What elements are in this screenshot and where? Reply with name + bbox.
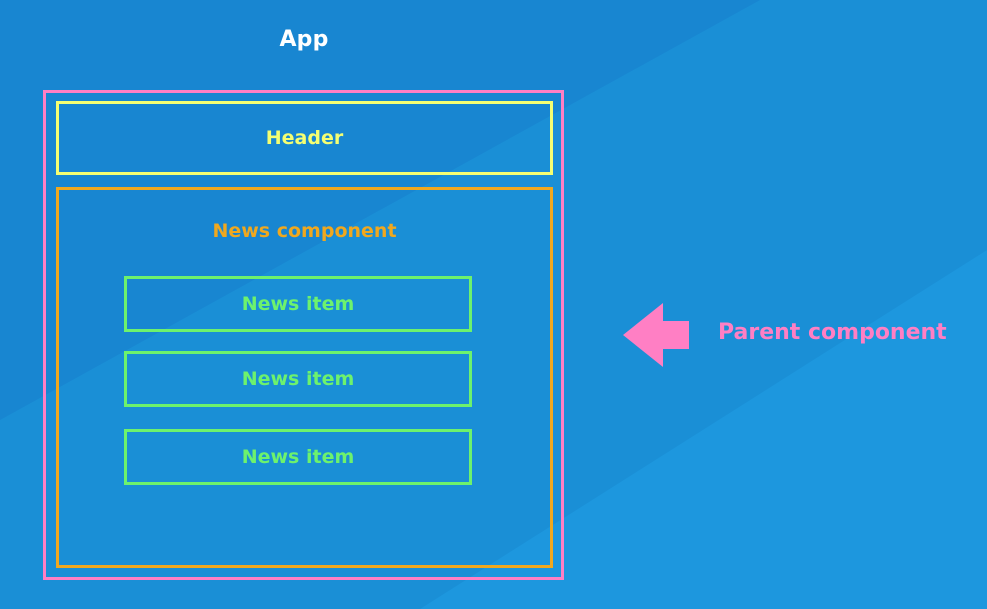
news-item: News item xyxy=(124,429,472,485)
header-component-box: Header xyxy=(56,101,553,175)
app-title: App xyxy=(279,27,329,52)
news-item-label: News item xyxy=(241,446,355,468)
news-item-label: News item xyxy=(241,368,355,390)
header-label: Header xyxy=(265,127,344,149)
arrow-left-icon xyxy=(623,303,689,367)
parent-component-label: Parent component xyxy=(718,320,947,345)
news-item-label: News item xyxy=(241,293,355,315)
news-component-label: News component xyxy=(212,220,397,242)
news-item: News item xyxy=(124,351,472,407)
news-item: News item xyxy=(124,276,472,332)
